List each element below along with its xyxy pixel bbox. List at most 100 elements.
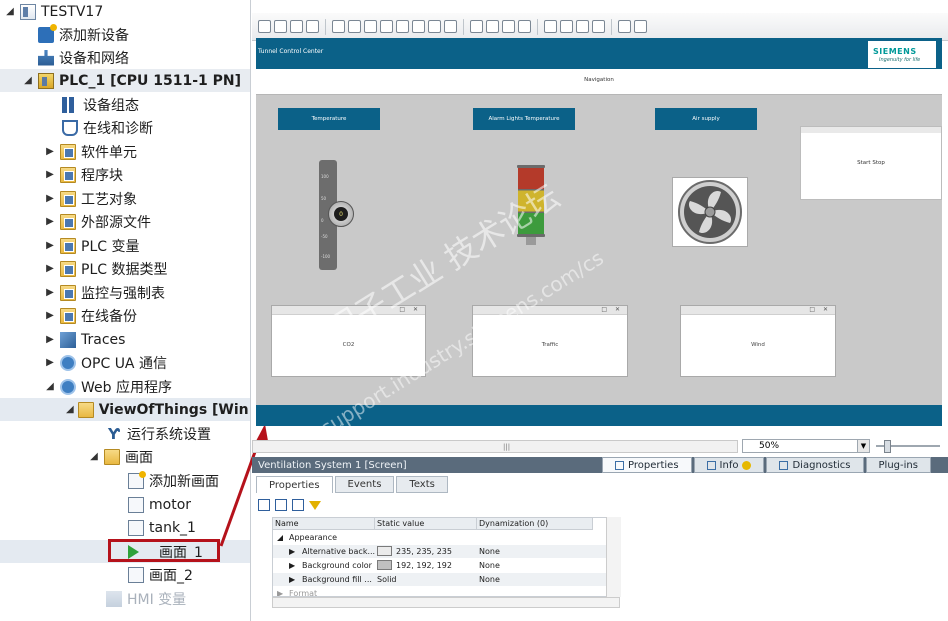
window-controls-icon[interactable]: □ ✕: [809, 306, 831, 313]
value-text: 192, 192, 192: [396, 561, 452, 570]
row-name: Background fill ...: [302, 575, 372, 584]
gauge-tick: -100: [321, 254, 331, 259]
fan-icon: [678, 180, 742, 244]
row-name: Appearance: [289, 533, 338, 542]
rotate-button[interactable]: [618, 20, 631, 33]
start-stop-window[interactable]: Start Stop: [800, 126, 942, 200]
window-titlebar[interactable]: □ ✕: [681, 306, 835, 315]
toolbar-separator: [537, 18, 538, 35]
window-titlebar[interactable]: □ ✕: [473, 306, 627, 315]
arrow-line: [219, 437, 262, 547]
alarm-lights-button[interactable]: Alarm Lights Temperature: [473, 108, 575, 130]
tool-button[interactable]: [444, 20, 457, 33]
distribute-button[interactable]: [486, 20, 499, 33]
screen-header-title: Tunnel Control Center: [258, 48, 324, 55]
scroll-grip-icon[interactable]: |||: [503, 443, 510, 451]
tool-button[interactable]: [274, 20, 287, 33]
expand-arrow-icon[interactable]: ◢: [277, 531, 283, 544]
subtab-properties[interactable]: Properties: [256, 476, 333, 493]
tab-info[interactable]: Info: [693, 457, 765, 473]
chevron-down-icon[interactable]: ▼: [857, 440, 869, 452]
temperature-button[interactable]: Temperature: [278, 108, 380, 130]
property-grid-vertical-scrollbar[interactable]: [606, 517, 621, 597]
window-titlebar[interactable]: □ ✕: [272, 306, 425, 315]
inspector-tabs: Properties Info Diagnostics Plug-ins: [602, 457, 931, 473]
tab-properties[interactable]: Properties: [602, 457, 692, 473]
info-badge-icon: [742, 460, 752, 470]
subtab-texts[interactable]: Texts: [396, 476, 448, 493]
property-grid-horizontal-scrollbar[interactable]: [272, 597, 620, 608]
align-left-button[interactable]: [332, 20, 345, 33]
window-controls-icon[interactable]: □ ✕: [399, 306, 421, 313]
tab-label: Plug-ins: [878, 459, 918, 471]
column-header-dynamization[interactable]: Dynamization (0): [477, 518, 593, 530]
row-value[interactable]: 192, 192, 192: [377, 559, 475, 572]
arrow-head: [256, 424, 268, 441]
layer-button[interactable]: [576, 20, 589, 33]
traffic-window[interactable]: □ ✕ Traffic: [472, 305, 628, 377]
sort-icon[interactable]: [258, 499, 270, 511]
table-row[interactable]: ▶ Background fill ... Solid None: [273, 573, 619, 586]
wind-window[interactable]: □ ✕ Wind: [680, 305, 836, 377]
hmi-screen-canvas[interactable]: Tunnel Control Center SIEMENS Ingenuity …: [256, 38, 942, 426]
align-bottom-button[interactable]: [412, 20, 425, 33]
expand-arrow-icon[interactable]: ▶: [289, 573, 295, 586]
layer-button[interactable]: [560, 20, 573, 33]
expand-arrow-icon[interactable]: ▶: [289, 559, 295, 572]
layer-button[interactable]: [592, 20, 605, 33]
tool-button[interactable]: [428, 20, 441, 33]
align-middle-button[interactable]: [396, 20, 409, 33]
window-controls-icon[interactable]: □ ✕: [601, 306, 623, 313]
table-row[interactable]: ▶ Format: [273, 587, 619, 596]
row-dynamization: None: [479, 561, 500, 570]
align-right-button[interactable]: [364, 20, 377, 33]
expand-arrow-icon[interactable]: ▶: [277, 587, 283, 596]
tool-button[interactable]: [258, 20, 271, 33]
distribute-button[interactable]: [502, 20, 515, 33]
align-center-button[interactable]: [348, 20, 361, 33]
table-row[interactable]: ◢ Appearance: [273, 531, 619, 544]
gauge-tick: -50: [321, 234, 328, 239]
editor-toolbar: [252, 13, 948, 41]
logo-text: SIEMENS: [873, 47, 917, 56]
distribute-button[interactable]: [518, 20, 531, 33]
table-row[interactable]: ▶ Background color 192, 192, 192 None: [273, 559, 619, 572]
expand-arrow-icon[interactable]: ▶: [289, 545, 295, 558]
subtab-events[interactable]: Events: [334, 476, 395, 493]
navigation-bar[interactable]: Navigation: [256, 69, 942, 95]
gauge-value: 0: [334, 207, 348, 221]
siemens-logo: SIEMENS Ingenuity for life: [868, 41, 936, 68]
inspector-title: Ventilation System 1 [Screen]: [258, 459, 407, 471]
row-value[interactable]: 235, 235, 235: [377, 545, 475, 558]
toolbar-separator: [611, 18, 612, 35]
tab-plugins[interactable]: Plug-ins: [865, 457, 931, 473]
tab-diagnostics[interactable]: Diagnostics: [766, 457, 864, 473]
group-icon[interactable]: [275, 499, 287, 511]
row-value[interactable]: Solid: [377, 573, 475, 586]
filter-icon[interactable]: [309, 500, 321, 510]
column-header-name[interactable]: Name: [273, 518, 375, 530]
logo-tagline: Ingenuity for life: [879, 57, 921, 63]
properties-icon: [615, 460, 624, 470]
column-header-static-value[interactable]: Static value: [375, 518, 477, 530]
tab-label: Info: [719, 459, 739, 471]
table-row[interactable]: ▶ Alternative back... 235, 235, 235 None: [273, 545, 619, 558]
toolbar-separator: [463, 18, 464, 35]
co2-window[interactable]: □ ✕ CO2: [271, 305, 426, 377]
horizontal-scrollbar[interactable]: |||: [252, 440, 738, 453]
air-supply-button[interactable]: Air supply: [655, 108, 757, 130]
zoom-select[interactable]: 50% ▼: [742, 439, 870, 453]
list-icon[interactable]: [292, 499, 304, 511]
layer-button[interactable]: [544, 20, 557, 33]
diagnostics-icon: [779, 460, 789, 470]
zoom-slider-thumb[interactable]: [884, 440, 891, 453]
tool-button[interactable]: [290, 20, 303, 33]
fan-object[interactable]: [672, 177, 748, 247]
distribute-button[interactable]: [470, 20, 483, 33]
rotate-button[interactable]: [634, 20, 647, 33]
tool-button[interactable]: [306, 20, 319, 33]
window-label: Wind: [751, 342, 765, 348]
align-top-button[interactable]: [380, 20, 393, 33]
row-name: Alternative back...: [302, 547, 375, 556]
row-dynamization: None: [479, 547, 500, 556]
